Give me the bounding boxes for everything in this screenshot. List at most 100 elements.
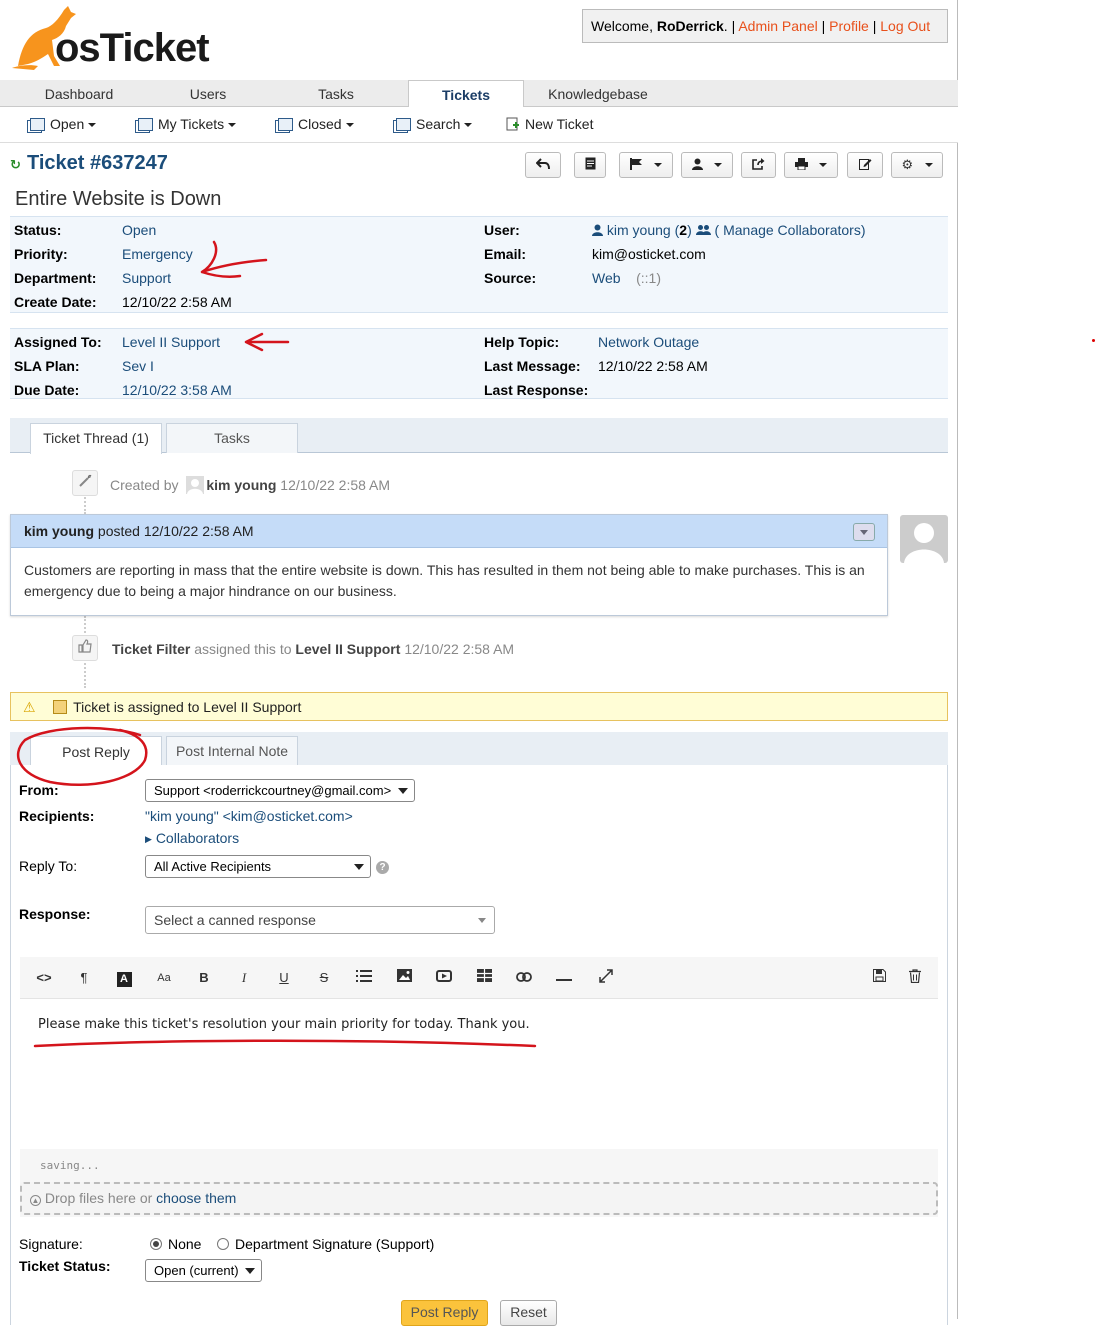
bold-icon[interactable]: B <box>193 969 215 987</box>
new-ticket-link[interactable]: New Ticket <box>506 116 593 132</box>
reply-icon <box>535 158 550 170</box>
refresh-icon[interactable]: ↻ <box>10 157 21 173</box>
image-icon[interactable] <box>393 969 415 987</box>
create-date-label: Create Date: <box>14 294 97 310</box>
chevron-down-icon <box>354 864 364 870</box>
underline-icon[interactable]: U <box>273 969 295 987</box>
source-label: Source: <box>484 270 537 286</box>
tab-ticket-thread[interactable]: Ticket Thread (1) <box>30 423 162 454</box>
message-options-dropdown[interactable] <box>853 523 875 541</box>
recipient-value[interactable]: "kim young" <kim@osticket.com> <box>145 808 353 824</box>
chevron-down-icon <box>478 918 486 923</box>
closed-tickets-menu[interactable]: Closed <box>278 116 354 132</box>
reply-to-label: Reply To: <box>19 858 78 874</box>
triangle-right-icon: ▶ <box>145 834 152 844</box>
profile-link[interactable]: Profile <box>829 18 869 34</box>
tab-tickets[interactable]: Tickets <box>408 80 524 108</box>
flag-icon <box>629 158 642 170</box>
file-drop-zone[interactable]: ▲ Drop files here or choose them <box>20 1182 938 1215</box>
manage-collaborators-link[interactable]: ( Manage Collaborators) <box>715 222 866 238</box>
video-icon[interactable] <box>433 969 455 987</box>
font-color-icon[interactable]: A <box>113 969 135 987</box>
editor-textarea[interactable]: Please make this ticket's resolution you… <box>20 999 938 1149</box>
more-options-button[interactable]: ⚙ <box>891 152 943 178</box>
collaborators-toggle[interactable]: ▶ Collaborators <box>145 830 239 846</box>
signature-none-radio[interactable] <box>150 1238 162 1250</box>
warning-icon: ⚠ <box>23 699 36 715</box>
message-time: 12/10/22 2:58 AM <box>143 523 254 539</box>
assign-menu-button[interactable] <box>681 152 733 178</box>
reply-button[interactable] <box>525 152 561 178</box>
print-menu-button[interactable] <box>784 152 838 178</box>
ticket-number[interactable]: Ticket #637247 <box>27 152 168 175</box>
link-icon[interactable] <box>513 969 535 987</box>
italic-icon[interactable]: I <box>233 969 255 987</box>
post-reply-button[interactable]: Post Reply <box>401 1300 488 1326</box>
created-time: 12/10/22 2:58 AM <box>280 477 391 493</box>
ticket-subject: Entire Website is Down <box>15 188 222 210</box>
tab-knowledgebase[interactable]: Knowledgebase <box>530 80 666 107</box>
user-icon <box>691 158 703 170</box>
welcome-text: Welcome, <box>591 18 657 34</box>
table-icon[interactable] <box>473 969 495 987</box>
my-tickets-menu[interactable]: My Tickets <box>138 116 237 132</box>
message-body: Customers are reporting in mass that the… <box>24 562 865 599</box>
tab-internal-note[interactable]: Post Internal Note <box>166 736 298 766</box>
signature-dept-label: Department Signature (Support) <box>235 1236 435 1252</box>
font-size-icon[interactable]: Aa <box>153 969 175 987</box>
logout-link[interactable]: Log Out <box>880 18 930 34</box>
osticket-logo[interactable]: osTicket <box>8 4 213 72</box>
share-icon <box>752 158 765 170</box>
edit-button[interactable] <box>847 152 883 178</box>
strikethrough-icon[interactable]: S <box>313 969 335 987</box>
gear-icon: ⚙ <box>901 157 914 172</box>
new-ticket-icon <box>506 117 519 131</box>
tab-dashboard[interactable]: Dashboard <box>0 80 158 107</box>
printer-icon <box>794 158 808 171</box>
code-view-icon[interactable]: <> <box>33 969 55 987</box>
paragraph-icon[interactable]: ¶ <box>73 969 95 987</box>
caret-down-icon <box>654 163 663 167</box>
canned-response-select[interactable]: Select a canned response <box>145 906 495 934</box>
reset-button[interactable]: Reset <box>500 1300 557 1326</box>
message-header: kim young posted 12/10/22 2:58 AM <box>11 515 887 548</box>
reply-to-select[interactable]: All Active Recipients <box>145 855 371 878</box>
source-value: Web <box>592 270 621 286</box>
horizontal-rule-icon[interactable] <box>553 969 575 987</box>
user-link[interactable]: kim young <box>607 222 671 238</box>
print-doc-button[interactable] <box>574 152 606 178</box>
created-user: kim young <box>206 477 277 493</box>
admin-panel-link[interactable]: Admin Panel <box>738 18 817 34</box>
help-topic-value: Network Outage <box>598 334 700 350</box>
autosave-status: saving... <box>40 1159 100 1172</box>
logo-text: osTicket <box>55 26 210 70</box>
search-menu[interactable]: Search <box>396 116 473 132</box>
open-tickets-menu[interactable]: Open <box>30 116 97 132</box>
assigned-label: Assigned To: <box>14 334 102 350</box>
transfer-button[interactable] <box>741 152 776 178</box>
sla-label: SLA Plan: <box>14 358 80 374</box>
response-label: Response: <box>19 906 91 922</box>
save-draft-icon[interactable] <box>868 969 890 987</box>
last-response-label: Last Response: <box>484 382 589 398</box>
assign-icon <box>53 700 68 714</box>
fullscreen-icon[interactable] <box>595 969 617 987</box>
caret-down-icon <box>464 123 473 127</box>
choose-files-link[interactable]: choose them <box>156 1190 236 1206</box>
help-icon[interactable]: ? <box>376 861 389 874</box>
flag-menu-button[interactable] <box>619 152 673 178</box>
from-select[interactable]: Support <roderrickcourtney@gmail.com> <box>145 779 415 802</box>
tickets-icon <box>30 118 45 131</box>
ticket-status-select[interactable]: Open (current) <box>145 1259 262 1282</box>
tab-post-reply[interactable]: Post Reply <box>30 736 162 767</box>
tab-tasks-thread[interactable]: Tasks <box>166 423 298 453</box>
list-icon[interactable] <box>353 969 375 987</box>
tab-tasks[interactable]: Tasks <box>286 80 386 107</box>
document-icon <box>585 157 595 170</box>
edit-icon <box>858 159 871 170</box>
user-icon <box>592 224 603 236</box>
tab-users[interactable]: Users <box>158 80 258 107</box>
signature-dept-radio[interactable] <box>217 1238 230 1250</box>
trash-icon[interactable] <box>904 969 926 987</box>
users-group-icon <box>695 225 711 235</box>
